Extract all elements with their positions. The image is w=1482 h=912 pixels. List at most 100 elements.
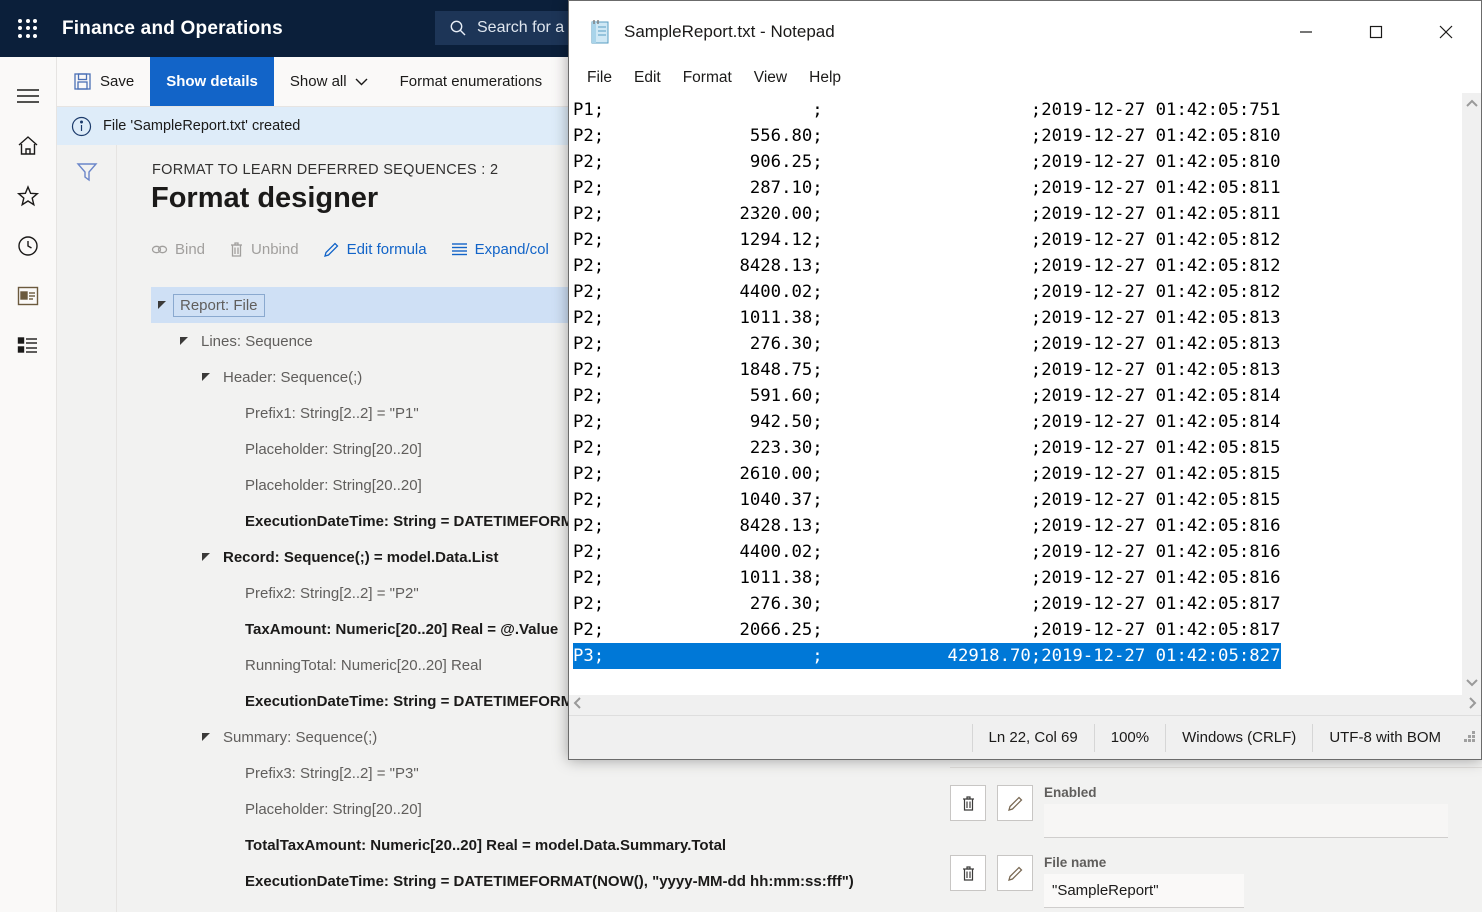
edit-property-button-filename[interactable] xyxy=(997,855,1033,891)
menu-item-edit[interactable]: Edit xyxy=(634,69,661,87)
notepad-line: P2; 2320.00; ;2019-12-27 01:42:05:811 xyxy=(573,201,1461,227)
app-launcher-waffle-icon[interactable] xyxy=(14,15,42,43)
notepad-window: SampleReport.txt - Notepad File Edit Forma… xyxy=(568,0,1482,760)
save-button[interactable]: Save xyxy=(57,57,150,106)
notepad-line: P2; 1848.75; ;2019-12-27 01:42:05:813 xyxy=(573,357,1461,383)
scroll-up-arrow-icon[interactable] xyxy=(1465,96,1479,114)
notepad-title-bar[interactable]: SampleReport.txt - Notepad xyxy=(569,1,1481,63)
delete-property-button-filename[interactable] xyxy=(950,855,986,891)
show-details-button[interactable]: Show details xyxy=(150,57,274,106)
format-enumerations-label: Format enumerations xyxy=(400,73,543,90)
minimize-button[interactable] xyxy=(1271,1,1341,63)
search-icon xyxy=(449,19,467,37)
workspaces-icon[interactable] xyxy=(8,271,48,321)
tree-node-label: ExecutionDateTime: String = DATETIMEFORM… xyxy=(239,871,860,892)
show-all-dropdown[interactable]: Show all xyxy=(274,57,384,106)
format-enumerations-button[interactable]: Format enumerations xyxy=(384,57,559,106)
search-placeholder-text: Search for a xyxy=(477,19,564,37)
notepad-title-text: SampleReport.txt - Notepad xyxy=(624,22,835,42)
notepad-line: P3; ; 42918.70;2019-12-27 01:42:05:827 xyxy=(573,643,1461,669)
tree-node-label: Header: Sequence(;) xyxy=(217,367,368,388)
home-icon[interactable] xyxy=(8,121,48,171)
filename-label: File name xyxy=(1044,855,1244,870)
tree-node-label: Report: File xyxy=(173,294,265,317)
unbind-button[interactable]: Unbind xyxy=(229,241,299,258)
edit-property-button-enabled[interactable] xyxy=(997,785,1033,821)
status-line-endings: Windows (CRLF) xyxy=(1165,724,1312,752)
show-all-label: Show all xyxy=(290,73,347,90)
delete-property-button-enabled[interactable] xyxy=(950,785,986,821)
navigation-rail xyxy=(0,57,57,912)
page-title: Format designer xyxy=(151,182,378,215)
save-floppy-icon xyxy=(73,72,92,91)
list-icon xyxy=(451,242,468,257)
tree-expand-triangle-icon[interactable] xyxy=(173,336,195,347)
screen: Finance and Operations Search for a xyxy=(0,0,1482,912)
tree-node-label: Prefix1: String[2..2] = "P1" xyxy=(239,403,425,424)
notepad-text-content: P1; ; ;2019-12-27 01:42:05:751P2; 556.80… xyxy=(569,97,1461,669)
info-icon xyxy=(71,116,92,137)
tree-expand-triangle-icon[interactable] xyxy=(195,732,217,743)
favorites-star-icon[interactable] xyxy=(8,171,48,221)
notepad-line: P2; 942.50; ;2019-12-27 01:42:05:814 xyxy=(573,409,1461,435)
tree-node-label: Placeholder: String[20..20] xyxy=(239,799,428,820)
bind-label: Bind xyxy=(175,241,205,258)
tree-expand-triangle-icon[interactable] xyxy=(195,552,217,563)
tree-node-label: Summary: Sequence(;) xyxy=(217,727,383,748)
notepad-line: P1; ; ;2019-12-27 01:42:05:751 xyxy=(573,97,1461,123)
modules-list-icon[interactable] xyxy=(8,321,48,371)
status-cursor-position: Ln 22, Col 69 xyxy=(972,724,1094,752)
edit-formula-button[interactable]: Edit formula xyxy=(323,241,427,258)
notepad-line: P2; 4400.02; ;2019-12-27 01:42:05:812 xyxy=(573,279,1461,305)
status-encoding: UTF-8 with BOM xyxy=(1312,724,1457,752)
recent-clock-icon[interactable] xyxy=(8,221,48,271)
horizontal-scrollbar[interactable] xyxy=(569,695,1481,715)
notepad-line: P2; 4400.02; ;2019-12-27 01:42:05:816 xyxy=(573,539,1461,565)
enabled-value[interactable] xyxy=(1044,804,1448,838)
breadcrumb: FORMAT TO LEARN DEFERRED SEQUENCES : 2 xyxy=(152,162,498,178)
notepad-text-area[interactable]: P1; ; ;2019-12-27 01:42:05:751P2; 556.80… xyxy=(569,93,1461,695)
filter-strip xyxy=(57,145,117,912)
tree-expand-triangle-icon[interactable] xyxy=(151,300,173,311)
close-button[interactable] xyxy=(1411,1,1481,63)
tree-node-label: Placeholder: String[20..20] xyxy=(239,439,428,460)
window-controls xyxy=(1271,1,1481,63)
designer-action-bar: Bind Unbind Edit formula xyxy=(151,241,573,258)
scroll-right-arrow-icon[interactable] xyxy=(1467,696,1477,715)
property-row-enabled: Enabled xyxy=(950,785,1448,838)
notepad-icon xyxy=(589,20,611,44)
vertical-scrollbar[interactable] xyxy=(1461,93,1481,695)
menu-item-view[interactable]: View xyxy=(754,69,787,87)
link-icon xyxy=(151,242,168,257)
menu-item-file[interactable]: File xyxy=(587,69,612,87)
notepad-line: P2; 276.30; ;2019-12-27 01:42:05:817 xyxy=(573,591,1461,617)
notepad-line: P2; 1040.37; ;2019-12-27 01:42:05:815 xyxy=(573,487,1461,513)
notepad-line: P2; 556.80; ;2019-12-27 01:42:05:810 xyxy=(573,123,1461,149)
filter-funnel-icon[interactable] xyxy=(75,160,99,189)
notepad-status-bar: Ln 22, Col 69 100% Windows (CRLF) UTF-8 … xyxy=(569,715,1481,759)
notepad-line: P2; 906.25; ;2019-12-27 01:42:05:810 xyxy=(573,149,1461,175)
menu-item-format[interactable]: Format xyxy=(683,69,732,87)
filename-field: File name "SampleReport" xyxy=(1044,855,1244,908)
expand-collapse-button[interactable]: Expand/col xyxy=(451,241,549,258)
trash-icon xyxy=(229,241,244,258)
tree-node[interactable]: ExecutionDateTime: String = DATETIMEFORM… xyxy=(151,863,1471,899)
tree-node-label: Prefix2: String[2..2] = "P2" xyxy=(239,583,425,604)
notepad-line: P2; 2066.25; ;2019-12-27 01:42:05:817 xyxy=(573,617,1461,643)
status-zoom-level[interactable]: 100% xyxy=(1094,724,1165,752)
property-row-filename: File name "SampleReport" xyxy=(950,855,1244,908)
resize-grip-icon[interactable] xyxy=(1463,731,1477,745)
maximize-button[interactable] xyxy=(1341,1,1411,63)
tree-node-label: Record: Sequence(;) = model.Data.List xyxy=(217,547,504,568)
tree-node-label: Lines: Sequence xyxy=(195,331,319,352)
scroll-down-arrow-icon[interactable] xyxy=(1465,674,1479,692)
notepad-line: P2; 1011.38; ;2019-12-27 01:42:05:813 xyxy=(573,305,1461,331)
menu-item-help[interactable]: Help xyxy=(809,69,841,87)
scroll-left-arrow-icon[interactable] xyxy=(573,696,583,715)
hamburger-menu-icon[interactable] xyxy=(8,71,48,121)
filename-value[interactable]: "SampleReport" xyxy=(1044,874,1244,908)
tree-node-label: TaxAmount: Numeric[20..20] Real = @.Valu… xyxy=(239,619,564,640)
tree-expand-triangle-icon[interactable] xyxy=(195,372,217,383)
unbind-label: Unbind xyxy=(251,241,299,258)
bind-button[interactable]: Bind xyxy=(151,241,205,258)
